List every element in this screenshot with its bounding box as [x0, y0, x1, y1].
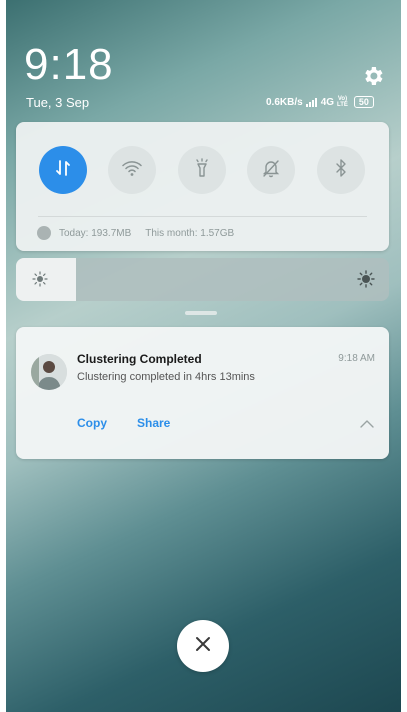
bluetooth-icon — [330, 157, 352, 184]
notification-time: 9:18 AM — [338, 353, 375, 364]
brightness-low-icon — [32, 271, 48, 287]
copy-button[interactable]: Copy — [77, 416, 107, 430]
network-speed: 0.6KB/s — [266, 96, 303, 108]
silent-toggle[interactable] — [247, 146, 295, 194]
data-usage-row[interactable]: Today: 193.7MB This month: 1.57GB — [37, 226, 234, 240]
gear-icon[interactable] — [361, 64, 385, 88]
data-usage-month: This month: 1.57GB — [145, 227, 235, 239]
wifi-toggle[interactable] — [108, 146, 156, 194]
data-usage-today: Today: 193.7MB — [59, 227, 132, 239]
status-indicators: 0.6KB/s 4G Vo) LTE 50 — [266, 96, 374, 108]
clear-all-button[interactable] — [177, 620, 229, 672]
date-label: Tue, 3 Sep — [26, 95, 90, 110]
wifi-icon — [121, 157, 143, 184]
mobile-data-toggle[interactable] — [39, 146, 87, 194]
mobile-data-arrows-icon — [52, 157, 74, 184]
flashlight-icon — [191, 157, 213, 184]
clock-time: 9:18 — [24, 40, 114, 89]
network-type: 4G — [320, 96, 335, 108]
close-icon — [194, 635, 212, 658]
brightness-high-icon — [357, 270, 375, 288]
notification-card[interactable]: Clustering Completed 9:18 AM Clustering … — [16, 327, 389, 459]
volte-indicator: Vo) LTE — [337, 96, 348, 108]
notification-body: Clustering completed in 4hrs 13mins — [77, 371, 255, 383]
chevron-up-icon[interactable] — [359, 417, 375, 429]
flashlight-toggle[interactable] — [178, 146, 226, 194]
avatar — [31, 354, 67, 390]
bluetooth-toggle[interactable] — [317, 146, 365, 194]
panel-drag-handle[interactable] — [185, 311, 217, 315]
bell-off-icon — [260, 157, 282, 184]
quick-settings-panel: Today: 193.7MB This month: 1.57GB — [16, 122, 389, 251]
battery-indicator: 50 — [353, 96, 374, 108]
brightness-slider[interactable] — [16, 258, 389, 301]
screen-frame-right — [401, 0, 407, 712]
signal-icon — [305, 97, 318, 107]
share-button[interactable]: Share — [137, 416, 170, 430]
data-usage-icon — [37, 226, 51, 240]
notification-title: Clustering Completed — [77, 352, 202, 366]
screen-frame-left — [0, 0, 6, 712]
quick-settings-divider — [38, 216, 367, 217]
